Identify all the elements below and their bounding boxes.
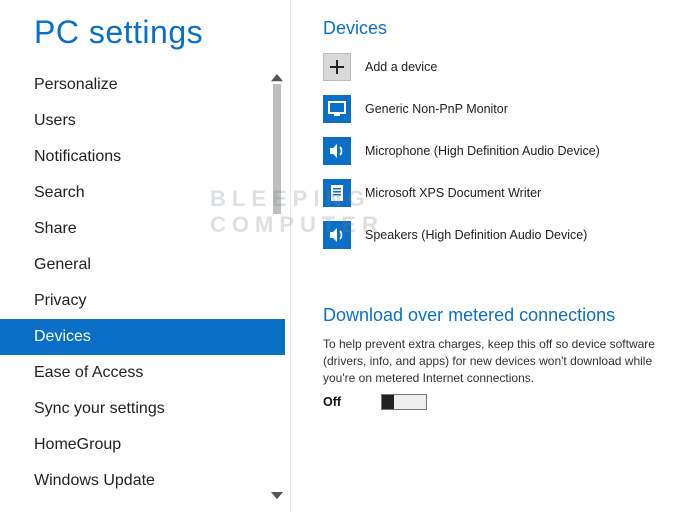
device-row-monitor[interactable]: Generic Non-PnP Monitor: [323, 95, 674, 123]
printer-icon: [323, 179, 351, 207]
sidebar-scrollbar[interactable]: [271, 72, 283, 502]
sidebar-item-general[interactable]: General: [0, 247, 285, 283]
device-label: Microphone (High Definition Audio Device…: [365, 144, 600, 158]
device-row-microphone[interactable]: Microphone (High Definition Audio Device…: [323, 137, 674, 165]
sidebar-item-notifications[interactable]: Notifications: [0, 139, 285, 175]
speaker-icon: [323, 221, 351, 249]
sidebar-item-share[interactable]: Share: [0, 211, 285, 247]
device-row-speakers[interactable]: Speakers (High Definition Audio Device): [323, 221, 674, 249]
sidebar-item-devices[interactable]: Devices: [0, 319, 285, 355]
scroll-track[interactable]: [271, 84, 283, 490]
device-row-xps-writer[interactable]: Microsoft XPS Document Writer: [323, 179, 674, 207]
add-device-row[interactable]: Add a device: [323, 53, 674, 81]
scroll-thumb[interactable]: [273, 84, 281, 214]
scroll-down-arrow-icon[interactable]: [271, 490, 283, 502]
sidebar-item-ease-of-access[interactable]: Ease of Access: [0, 355, 285, 391]
toggle-state-label: Off: [323, 395, 341, 409]
sidebar-item-search[interactable]: Search: [0, 175, 285, 211]
sidebar-item-sync-settings[interactable]: Sync your settings: [0, 391, 285, 427]
sidebar-item-windows-update[interactable]: Windows Update: [0, 463, 285, 499]
metered-toggle[interactable]: [381, 394, 427, 410]
sidebar-item-privacy[interactable]: Privacy: [0, 283, 285, 319]
speaker-icon: [323, 137, 351, 165]
device-label: Add a device: [365, 60, 437, 74]
metered-description: To help prevent extra charges, keep this…: [323, 336, 663, 386]
add-icon: [323, 53, 351, 81]
vertical-divider: [290, 0, 291, 512]
toggle-handle: [382, 395, 394, 409]
device-label: Speakers (High Definition Audio Device): [365, 228, 587, 242]
metered-toggle-row: Off: [323, 394, 674, 410]
sidebar-item-homegroup[interactable]: HomeGroup: [0, 427, 285, 463]
pc-settings-app: PC settings Personalize Users Notificati…: [0, 0, 700, 512]
main-panel: Devices Add a device Generic Non-PnP Mon…: [285, 0, 700, 512]
devices-list: Add a device Generic Non-PnP Monitor Mic…: [323, 53, 674, 249]
nav-list: Personalize Users Notifications Search S…: [0, 67, 285, 499]
sidebar: PC settings Personalize Users Notificati…: [0, 0, 285, 512]
devices-section-title: Devices: [323, 18, 674, 39]
metered-section-title: Download over metered connections: [323, 305, 674, 326]
device-label: Microsoft XPS Document Writer: [365, 186, 541, 200]
scroll-up-arrow-icon[interactable]: [271, 72, 283, 84]
app-title: PC settings: [0, 0, 285, 67]
nav-scroll-area: Personalize Users Notifications Search S…: [0, 67, 285, 512]
device-label: Generic Non-PnP Monitor: [365, 102, 508, 116]
monitor-icon: [323, 95, 351, 123]
sidebar-item-users[interactable]: Users: [0, 103, 285, 139]
sidebar-item-personalize[interactable]: Personalize: [0, 67, 285, 103]
